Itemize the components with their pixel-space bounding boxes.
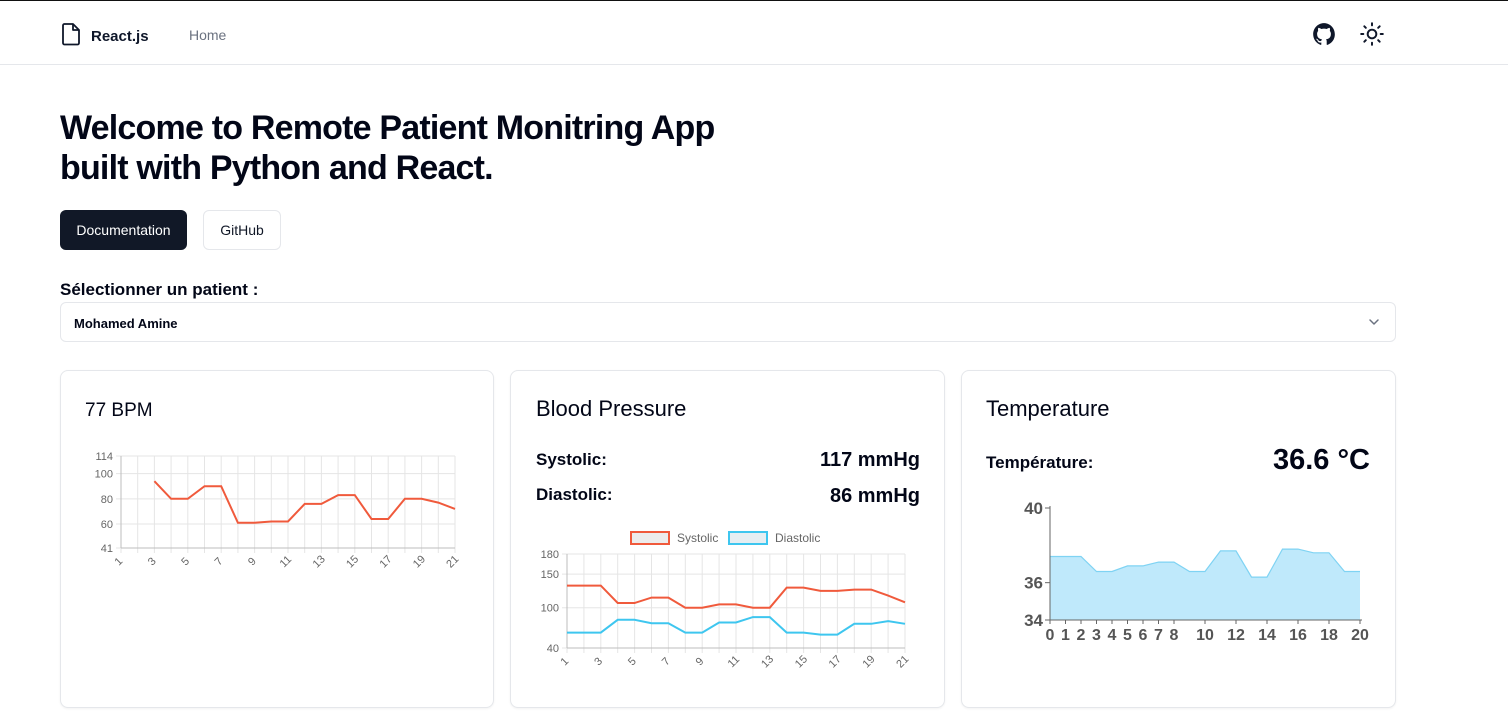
x-tick-label: 3: [592, 655, 605, 668]
x-tick-label: 17: [827, 653, 844, 670]
y-tick-label: 41: [101, 543, 113, 555]
x-tick-label: 7: [1154, 627, 1163, 644]
sun-icon: [1360, 22, 1384, 46]
x-tick-label: 17: [378, 553, 395, 570]
heart-rate-title: 77 BPM: [85, 400, 153, 421]
x-tick-label: 2: [1077, 627, 1086, 644]
x-tick-label: 15: [793, 653, 810, 670]
systolic-value: 117 mmHg: [819, 449, 920, 471]
x-tick-label: 14: [1258, 627, 1276, 644]
heart-rate-chart: 4160801001141 3 5 7 9 11 13 15 17 19 21: [95, 451, 462, 571]
blood-pressure-chart: Systolic Diastolic401001501801 3 5 7 9 11 13 15 1…: [541, 531, 911, 671]
temperature-area-fill: [1050, 549, 1360, 620]
brand-label: React.js: [91, 28, 149, 45]
x-tick-label: 5: [1123, 627, 1132, 644]
blood-pressure-title: Blood Pressure: [536, 396, 687, 421]
x-tick-label: 20: [1351, 627, 1369, 644]
brand-link[interactable]: React.js: [61, 22, 149, 51]
github-icon: [1313, 23, 1335, 45]
x-tick-label: 19: [861, 653, 878, 670]
x-tick-label: 11: [726, 654, 743, 671]
x-tick-label: 7: [660, 655, 673, 668]
diastolic-legend-swatch: [728, 531, 768, 545]
x-tick-label: 13: [311, 553, 328, 570]
file-icon: [61, 22, 81, 51]
temperature-chart: 3436400 1 2 3 4 5 6 7 8 10 12 14 16 18 20: [1024, 499, 1369, 644]
y-tick-label: 80: [101, 494, 113, 506]
x-tick-label: 12: [1227, 627, 1245, 644]
x-tick-label: 4: [1108, 627, 1117, 644]
y-tick-label: 100: [541, 603, 559, 615]
chevron-down-icon: [1367, 315, 1381, 334]
x-tick-label: 13: [759, 653, 776, 670]
x-tick-label: 19: [411, 553, 428, 570]
x-tick-label: 16: [1289, 627, 1307, 644]
patient-select-value: Mohamed Amine: [74, 316, 178, 331]
x-tick-label: 0: [1046, 627, 1055, 644]
x-tick-label: 21: [444, 553, 461, 570]
nav-home-link[interactable]: Home: [189, 27, 226, 43]
diastolic-value: 86 mmHg: [829, 485, 920, 507]
x-tick-label: 9: [246, 555, 259, 568]
x-tick-label: 21: [894, 653, 911, 670]
systolic-legend-swatch: [630, 531, 670, 545]
top-nav: React.js Home: [0, 1, 1508, 65]
systolic-legend-label: Systolic: [677, 531, 718, 545]
x-tick-label: 3: [146, 555, 159, 568]
x-tick-label: 1: [558, 655, 571, 668]
temperature-title: Temperature: [986, 396, 1110, 421]
y-tick-label: 60: [101, 519, 113, 531]
y-tick-label: 40: [547, 643, 559, 655]
x-tick-label: 3: [1092, 627, 1101, 644]
github-button[interactable]: GitHub: [203, 210, 281, 250]
x-tick-label: 9: [694, 655, 707, 668]
y-tick-label: 100: [95, 469, 113, 481]
github-link-button[interactable]: [1311, 21, 1337, 47]
y-tick-label: 150: [541, 569, 559, 581]
y-tick-label: 114: [95, 451, 113, 463]
y-tick-label: 36: [1024, 574, 1043, 593]
x-tick-label: 10: [1196, 627, 1214, 644]
page-title: Welcome to Remote Patient Monitring App …: [60, 108, 820, 188]
patient-select[interactable]: Mohamed Amine: [60, 302, 1396, 342]
x-tick-label: 5: [179, 555, 192, 568]
diastolic-label: Diastolic:: [536, 485, 613, 504]
x-tick-label: 11: [278, 554, 295, 571]
documentation-button[interactable]: Documentation: [60, 210, 187, 250]
x-tick-label: 1: [1061, 627, 1070, 644]
x-tick-label: 18: [1320, 627, 1338, 644]
y-tick-label: 180: [541, 549, 559, 561]
x-tick-label: 7: [213, 555, 226, 568]
page-title-line-2: built with Python and React.: [60, 149, 494, 187]
diastolic-legend-label: Diastolic: [775, 531, 820, 545]
y-tick-label: 34: [1024, 611, 1043, 630]
y-tick-label: 40: [1024, 499, 1043, 518]
x-tick-label: 5: [626, 655, 639, 668]
page-title-line-1: Welcome to Remote Patient Monitring App: [60, 109, 715, 147]
patient-select-label: Sélectionner un patient :: [60, 280, 259, 299]
theme-toggle-button[interactable]: [1359, 21, 1385, 47]
temperature-value: 36.6 °C: [1272, 444, 1370, 476]
x-tick-label: 6: [1139, 627, 1148, 644]
systolic-label: Systolic:: [536, 450, 607, 469]
temperature-label: Température:: [986, 453, 1094, 472]
x-tick-label: 15: [344, 553, 361, 570]
x-tick-label: 1: [112, 555, 125, 568]
x-tick-label: 8: [1170, 627, 1179, 644]
